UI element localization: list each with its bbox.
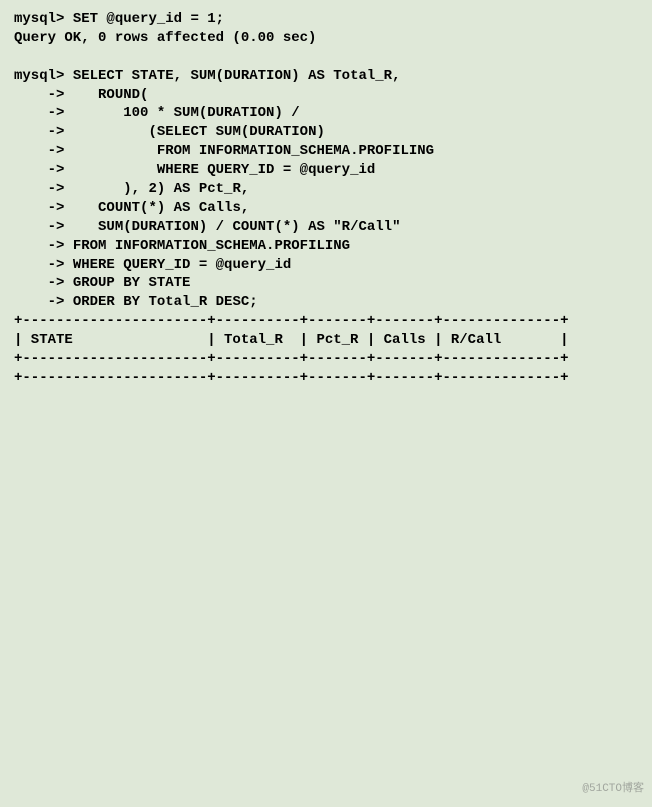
query-line-1: -> ROUND(	[14, 86, 638, 105]
terminal-output: mysql> SET @query_id = 1; Query OK, 0 ro…	[14, 10, 638, 388]
query-line-3: -> (SELECT SUM(DURATION)	[14, 123, 638, 142]
query-line-2: -> 100 * SUM(DURATION) /	[14, 104, 638, 123]
watermark: @51CTO博客	[582, 782, 644, 797]
query-line-6: -> ), 2) AS Pct_R,	[14, 180, 638, 199]
query-line-8: -> SUM(DURATION) / COUNT(*) AS "R/Call"	[14, 218, 638, 237]
table-sep-mid: +----------------------+----------+-----…	[14, 350, 638, 369]
table-sep-top: +----------------------+----------+-----…	[14, 312, 638, 331]
query-line-0: mysql> SELECT STATE, SUM(DURATION) AS To…	[14, 67, 638, 86]
query-line-12: -> ORDER BY Total_R DESC;	[14, 293, 638, 312]
query-line-10: -> WHERE QUERY_ID = @query_id	[14, 256, 638, 275]
query-line-11: -> GROUP BY STATE	[14, 274, 638, 293]
query-line-5: -> WHERE QUERY_ID = @query_id	[14, 161, 638, 180]
blank	[14, 48, 638, 67]
query-line-7: -> COUNT(*) AS Calls,	[14, 199, 638, 218]
query-line-9: -> FROM INFORMATION_SCHEMA.PROFILING	[14, 237, 638, 256]
cmd-set-result: Query OK, 0 rows affected (0.00 sec)	[14, 29, 638, 48]
table-header: | STATE | Total_R | Pct_R | Calls | R/Ca…	[14, 331, 638, 350]
table-sep-bot: +----------------------+----------+-----…	[14, 369, 638, 388]
query-line-4: -> FROM INFORMATION_SCHEMA.PROFILING	[14, 142, 638, 161]
cmd-set: mysql> SET @query_id = 1;	[14, 10, 638, 29]
